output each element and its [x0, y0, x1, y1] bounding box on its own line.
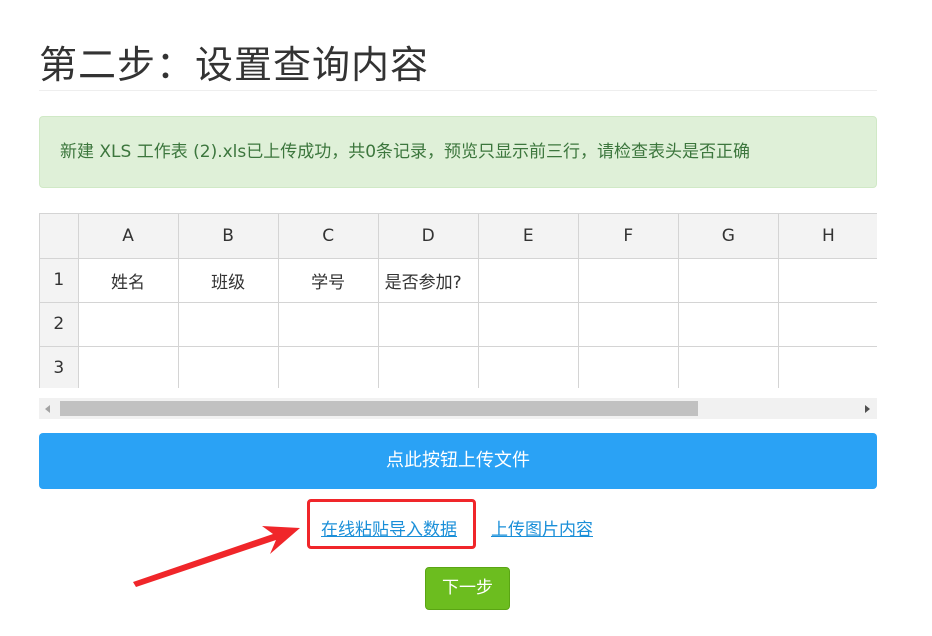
- table-cell[interactable]: [278, 346, 379, 388]
- table-cell[interactable]: [478, 258, 579, 303]
- page-title: 第二步：设置查询内容: [39, 43, 430, 87]
- table-cell[interactable]: 班级: [178, 258, 279, 303]
- column-header: F: [578, 214, 679, 259]
- paste-import-link[interactable]: 在线粘贴导入数据: [321, 515, 457, 540]
- upload-success-alert: 新建 XLS 工作表 (2).xls已上传成功，共0条记录，预览只显示前三行，请…: [39, 116, 877, 188]
- table-cell[interactable]: [678, 346, 779, 388]
- column-header: B: [178, 214, 279, 259]
- table-cell[interactable]: [778, 302, 877, 347]
- table-cell[interactable]: [178, 302, 279, 347]
- column-header: G: [678, 214, 779, 259]
- column-header: A: [78, 214, 179, 259]
- upload-image-link[interactable]: 上传图片内容: [491, 515, 593, 540]
- spreadsheet-preview: A B C D E F G H 1 姓名 班级 学号 是否参加? 2 3: [39, 213, 877, 388]
- table-cell[interactable]: [78, 346, 179, 388]
- spreadsheet-table: A B C D E F G H 1 姓名 班级 学号 是否参加? 2 3: [40, 214, 877, 388]
- table-cell[interactable]: [678, 258, 779, 303]
- table-cell[interactable]: [378, 346, 479, 388]
- upload-file-button[interactable]: 点此按钮上传文件: [39, 433, 877, 489]
- table-cell[interactable]: 学号: [278, 258, 379, 303]
- table-cell[interactable]: [778, 346, 877, 388]
- table-cell[interactable]: [378, 302, 479, 347]
- column-header: D: [378, 214, 479, 259]
- table-row: 1 姓名 班级 学号 是否参加?: [40, 258, 877, 303]
- table-cell[interactable]: 是否参加?: [378, 258, 479, 303]
- table-cell[interactable]: [78, 302, 179, 347]
- scrollbar-thumb[interactable]: [60, 401, 698, 416]
- table-row: 2: [40, 302, 877, 347]
- red-pointer-arrow-icon: [133, 526, 300, 587]
- column-header: E: [478, 214, 579, 259]
- column-header: C: [278, 214, 379, 259]
- table-cell[interactable]: [178, 346, 279, 388]
- column-header: H: [778, 214, 877, 259]
- table-cell[interactable]: [678, 302, 779, 347]
- scroll-left-arrow-icon[interactable]: [45, 405, 50, 413]
- horizontal-scrollbar[interactable]: [39, 398, 877, 419]
- row-number: 2: [40, 302, 79, 347]
- next-step-button[interactable]: 下一步: [425, 567, 510, 610]
- column-header-row: A B C D E F G H: [40, 214, 877, 259]
- table-cell[interactable]: [478, 346, 579, 388]
- corner-cell: [40, 214, 79, 259]
- table-row: 3: [40, 346, 877, 388]
- table-cell[interactable]: [778, 258, 877, 303]
- row-number: 1: [40, 258, 79, 303]
- row-number: 3: [40, 346, 79, 388]
- title-divider: [39, 90, 877, 91]
- table-cell[interactable]: [478, 302, 579, 347]
- table-cell[interactable]: [278, 302, 379, 347]
- table-cell[interactable]: 姓名: [78, 258, 179, 303]
- table-cell[interactable]: [578, 302, 679, 347]
- table-cell[interactable]: [578, 346, 679, 388]
- scroll-right-arrow-icon[interactable]: [865, 405, 870, 413]
- table-cell[interactable]: [578, 258, 679, 303]
